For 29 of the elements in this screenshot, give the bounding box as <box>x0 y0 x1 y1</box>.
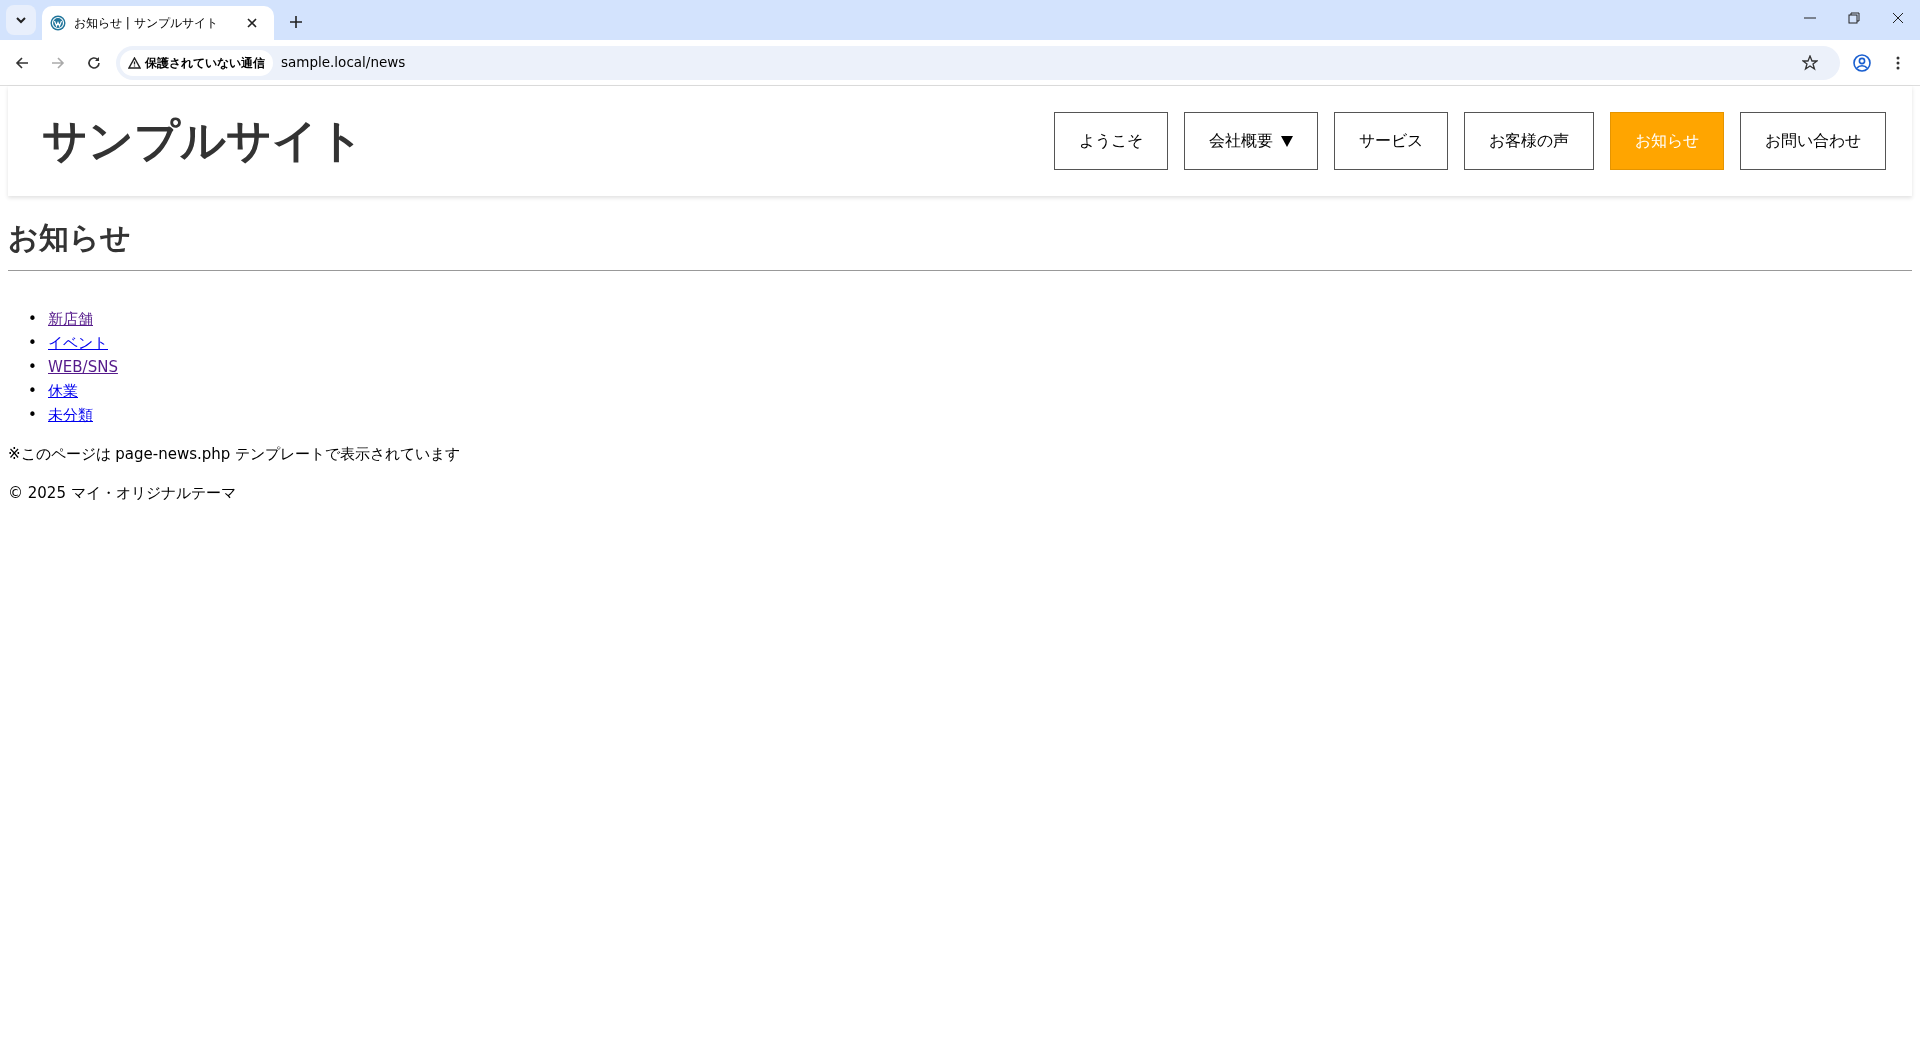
url-text: sample.local/news <box>281 53 407 73</box>
list-bullet: • <box>28 333 38 354</box>
category-link[interactable]: WEB/SNS <box>48 358 118 376</box>
list-bullet: • <box>28 357 38 378</box>
category-link[interactable]: 休業 <box>48 382 78 400</box>
tab-title: お知らせ | サンプルサイト <box>74 15 219 32</box>
page-title: お知らせ <box>7 219 132 257</box>
tab-search-button[interactable] <box>6 5 36 35</box>
category-link[interactable]: 新店舗 <box>48 310 93 328</box>
browser-tab[interactable]: お知らせ | サンプルサイト <box>42 6 274 40</box>
list-bullet: • <box>28 309 38 330</box>
site-logo[interactable]: サンプルサイト <box>42 114 364 168</box>
category-link[interactable]: 未分類 <box>48 406 93 424</box>
nav-button[interactable]: ようこそ <box>1054 112 1168 170</box>
list-bullet: • <box>28 405 38 426</box>
nav-button[interactable]: 会社概要 <box>1184 112 1318 170</box>
security-chip[interactable]: 保護されていない通信 <box>120 49 273 76</box>
footer-copyright: © 2025 マイ・オリジナルテーマ <box>7 482 237 504</box>
security-label: 保護されていない通信 <box>145 54 265 72</box>
nav-button[interactable]: お問い合わせ <box>1740 112 1886 170</box>
template-note: ※このページは page-news.php テンプレートで表示されています <box>7 444 462 465</box>
warning-icon <box>128 56 141 69</box>
address-bar[interactable]: 保護されていない通信 sample.local/news <box>116 45 1840 80</box>
category-link[interactable]: イベント <box>48 334 108 352</box>
list-bullet: • <box>28 381 38 402</box>
nav-button[interactable]: サービス <box>1334 112 1448 170</box>
nav-button[interactable]: お客様の声 <box>1464 112 1594 170</box>
wordpress-logo-icon <box>50 15 66 31</box>
chevron-down-icon <box>15 16 27 24</box>
